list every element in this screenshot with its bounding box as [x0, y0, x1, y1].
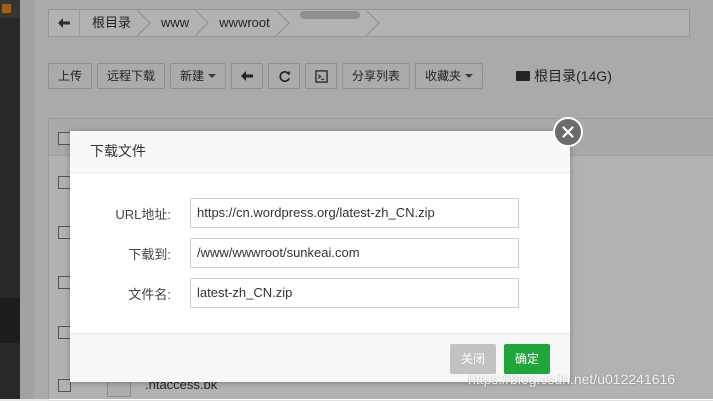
dialog-title: 下载文件 — [70, 131, 570, 173]
path-row: 下载到: /www/wwwroot/sunkeai.com — [70, 238, 519, 268]
url-label: URL地址: — [115, 206, 171, 222]
url-row: URL地址: https://cn.wordpress.org/latest-z… — [70, 198, 519, 228]
filename-label: 文件名: — [128, 286, 171, 302]
close-button[interactable]: 关闭 — [450, 344, 496, 374]
path-input[interactable]: /www/wwwroot/sunkeai.com — [190, 238, 519, 268]
watermark: https://blog.csdn.net/u012241616 — [468, 371, 676, 387]
url-input[interactable]: https://cn.wordpress.org/latest-zh_CN.zi… — [190, 198, 519, 228]
filename-row: 文件名: latest-zh_CN.zip — [70, 278, 519, 308]
filename-input[interactable]: latest-zh_CN.zip — [190, 278, 519, 308]
download-file-dialog: 下载文件 URL地址: https://cn.wordpress.org/lat… — [70, 131, 570, 382]
close-icon — [562, 126, 574, 138]
path-label: 下载到: — [128, 246, 171, 262]
confirm-button[interactable]: 确定 — [504, 344, 550, 374]
dialog-close-button[interactable] — [553, 117, 583, 147]
